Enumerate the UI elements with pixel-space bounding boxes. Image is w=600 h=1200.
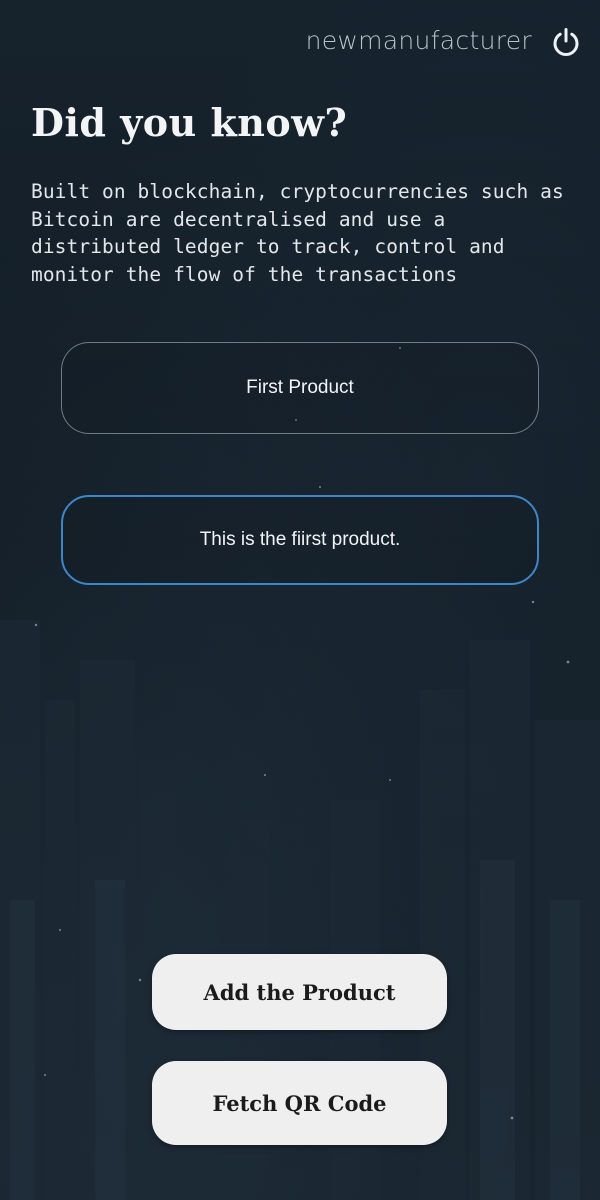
page-heading: Did you know?	[31, 100, 348, 145]
top-bar: newmanufacturer	[0, 0, 600, 86]
power-icon	[553, 28, 579, 56]
product-name-input[interactable]	[62, 376, 538, 400]
logout-button[interactable]	[550, 26, 582, 58]
username-label: newmanufacturer	[305, 26, 532, 55]
product-description-field[interactable]	[61, 495, 539, 585]
add-product-button[interactable]: Add the Product	[152, 954, 447, 1030]
product-description-input[interactable]	[63, 528, 537, 552]
fact-text: Built on blockchain, cryptocurrencies su…	[31, 180, 564, 286]
product-name-field[interactable]	[61, 342, 539, 434]
fetch-qr-code-button[interactable]: Fetch QR Code	[152, 1061, 447, 1145]
